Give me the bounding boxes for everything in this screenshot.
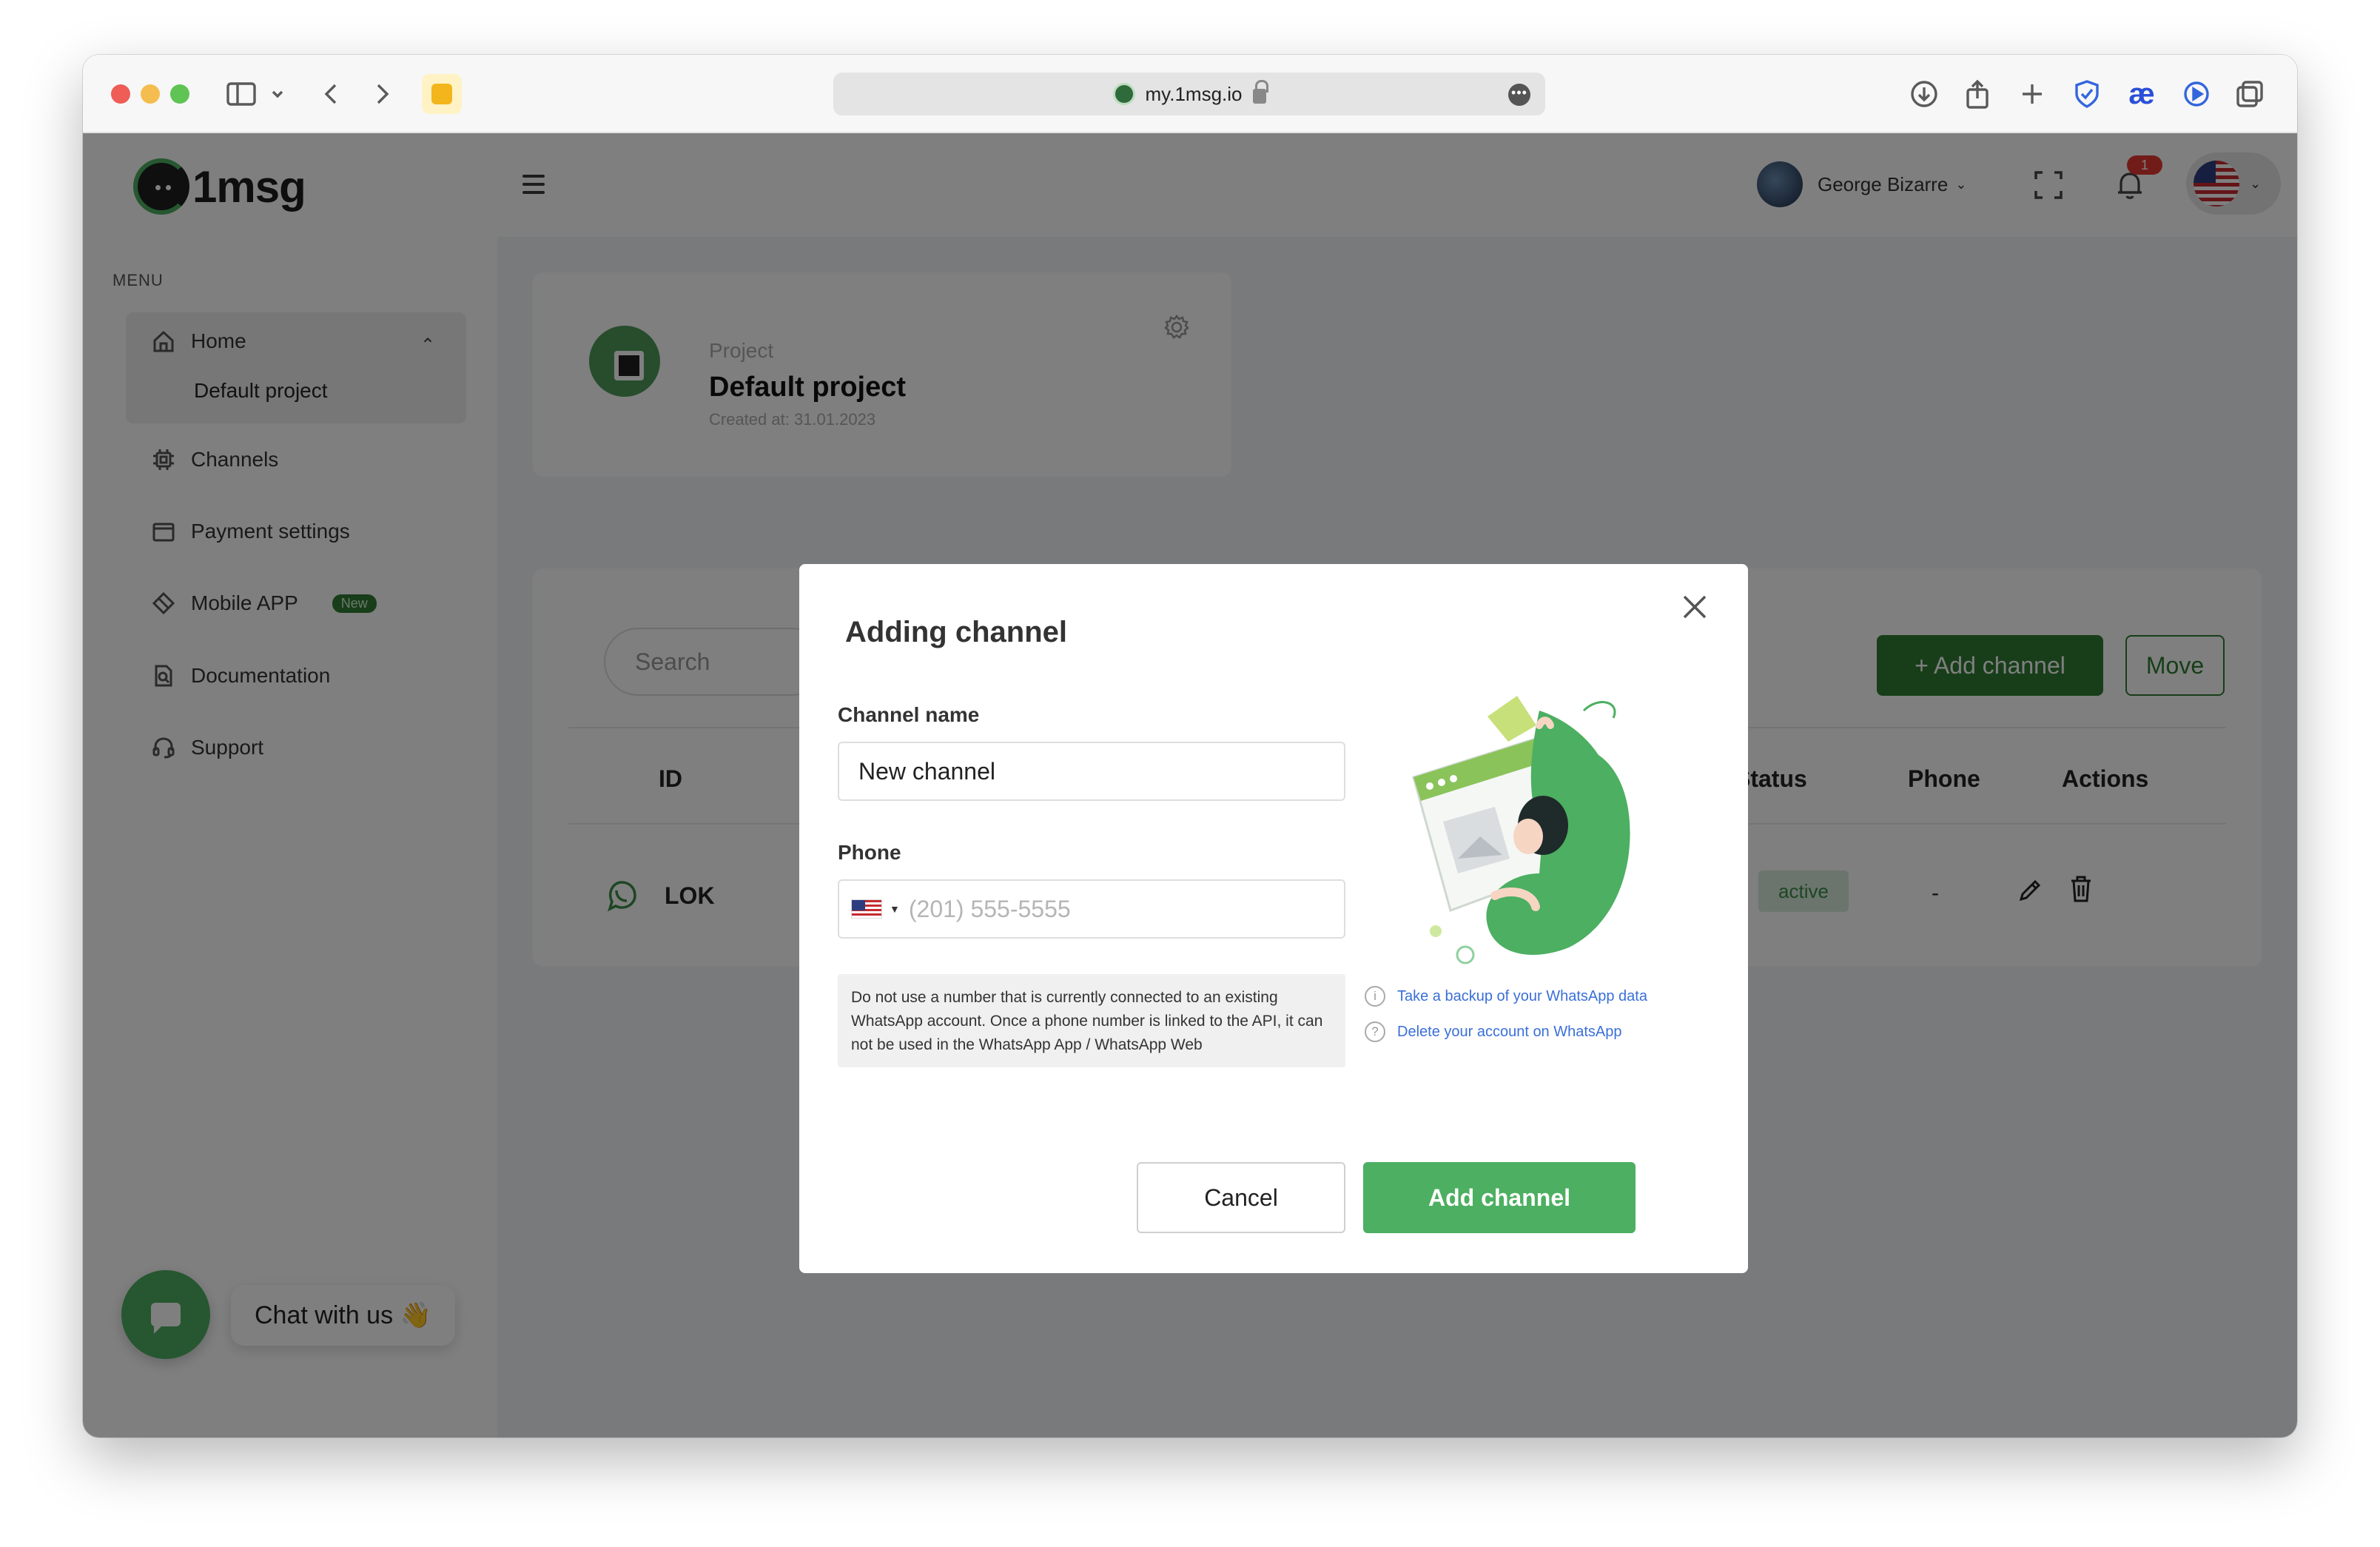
delete-account-help-link[interactable]: ? Delete your account on WhatsApp <box>1365 1021 1622 1042</box>
browser-toolbar: my.1msg.io ••• æ <box>83 55 2297 133</box>
info-icon: i <box>1365 986 1385 1007</box>
question-icon: ? <box>1365 1021 1385 1042</box>
chevron-down-icon[interactable] <box>268 77 287 111</box>
share-icon[interactable] <box>1963 77 1992 111</box>
sidebar-toggle-icon[interactable] <box>225 77 258 111</box>
phone-label: Phone <box>838 841 901 864</box>
app: 1msg George Bizarre ⌄ 1 ⌄ MENU <box>83 133 2297 1437</box>
channel-name-label: Channel name <box>838 703 980 726</box>
phone-input[interactable]: ▼ (201) 555-5555 <box>838 879 1345 939</box>
help-link-label: Delete your account on WhatsApp <box>1397 1023 1622 1040</box>
url-text: my.1msg.io <box>1145 82 1243 105</box>
close-icon[interactable] <box>1680 592 1710 622</box>
address-bar[interactable]: my.1msg.io ••• <box>833 73 1545 115</box>
close-window-button[interactable] <box>111 84 130 104</box>
us-flag-icon[interactable] <box>851 899 882 919</box>
minimize-window-button[interactable] <box>141 84 160 104</box>
country-dropdown-caret-icon[interactable]: ▼ <box>890 903 900 915</box>
extension-icon[interactable] <box>422 74 462 114</box>
phone-placeholder: (201) 555-5555 <box>908 895 1071 922</box>
site-favicon-icon <box>1112 83 1135 105</box>
shield-icon[interactable] <box>2071 77 2103 111</box>
modal-title: Adding channel <box>845 616 1067 648</box>
tabs-overview-icon[interactable] <box>2233 77 2266 111</box>
phone-warning: Do not use a number that is currently co… <box>838 974 1345 1067</box>
forward-icon[interactable] <box>372 77 394 111</box>
browser-window: my.1msg.io ••• æ 1msg <box>83 55 2297 1437</box>
channel-illustration <box>1412 696 1630 964</box>
cancel-button[interactable]: Cancel <box>1137 1162 1345 1233</box>
backup-help-link[interactable]: i Take a backup of your WhatsApp data <box>1365 986 1647 1007</box>
ae-extension-icon[interactable]: æ <box>2125 77 2158 111</box>
play-extension-icon[interactable] <box>2180 77 2213 111</box>
channel-name-input[interactable] <box>838 742 1345 801</box>
back-icon[interactable] <box>320 77 342 111</box>
lock-icon <box>1252 80 1268 104</box>
adding-channel-modal: Adding channel Channel name Phone ▼ (201… <box>799 564 1748 1273</box>
zoom-window-button[interactable] <box>170 84 189 104</box>
more-icon[interactable]: ••• <box>1508 84 1530 106</box>
help-link-label: Take a backup of your WhatsApp data <box>1397 987 1647 1004</box>
add-channel-submit-button[interactable]: Add channel <box>1363 1162 1636 1233</box>
new-tab-icon[interactable] <box>2017 77 2047 111</box>
download-icon[interactable] <box>1908 77 1940 111</box>
